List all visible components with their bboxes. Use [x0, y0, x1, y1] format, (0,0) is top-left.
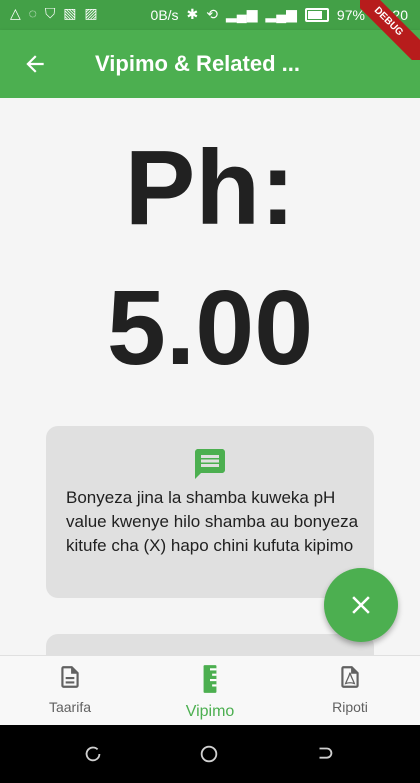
document-icon	[61, 666, 79, 688]
network-speed: 0B/s	[150, 6, 179, 23]
tab-taarifa-label: Taarifa	[48, 699, 92, 715]
app-bar: Vipimo & Related ...	[0, 30, 420, 98]
debug-banner: DEBUG	[360, 0, 420, 60]
message-icon	[195, 449, 225, 479]
page-title: Vipimo & Related ...	[95, 51, 300, 76]
close-icon	[352, 596, 370, 614]
shield-icon: ⛉	[44, 5, 58, 21]
tab-taarifa[interactable]: Taarifa	[10, 664, 130, 715]
back-nav-icon[interactable]	[314, 743, 336, 765]
home-icon[interactable]	[198, 743, 220, 765]
tab-vipimo[interactable]: Vipimo	[150, 664, 270, 721]
system-navigation-bar	[0, 725, 420, 783]
info-card: Bonyeza jina la shamba kuweka pH value k…	[46, 426, 374, 598]
activity-icon: ▨	[84, 5, 100, 21]
tab-ripoti[interactable]: Ripoti	[290, 664, 410, 715]
info-text: Bonyeza jina la shamba kuweka pH value k…	[66, 488, 359, 555]
bottom-navigation: Taarifa Vipimo Ripoti	[0, 655, 420, 726]
image-icon: ▧	[63, 5, 79, 21]
notification-icons: △ ◌ ⛉ ▧ ▨	[10, 5, 100, 22]
back-arrow-icon	[26, 55, 44, 73]
delete-fab-button[interactable]	[324, 568, 398, 642]
recents-icon[interactable]	[82, 743, 104, 765]
warning-icon: △	[10, 5, 23, 21]
tab-ripoti-label: Ripoti	[332, 699, 368, 715]
ph-label: Ph:	[124, 129, 296, 247]
ruler-icon	[203, 665, 217, 693]
signal-icon: ▂▄▆	[226, 6, 258, 22]
whatsapp-icon: ◌	[28, 5, 39, 21]
battery-icon	[304, 7, 329, 22]
tab-vipimo-label: Vipimo	[185, 703, 235, 720]
signal-icon-2: ▂▄▆	[265, 6, 297, 22]
back-button[interactable]	[0, 30, 70, 98]
pdf-icon	[341, 666, 359, 688]
debug-banner-wrap: DEBUG	[360, 0, 420, 60]
status-bar: △ ◌ ⛉ ▧ ▨ 0B/s ✱ ⟲ ▂▄▆ ▂▄▆ 97% 21:20	[0, 0, 420, 30]
rotation-icon: ⟲	[206, 6, 219, 22]
list-item[interactable]	[46, 634, 374, 655]
bluetooth-icon: ✱	[186, 6, 199, 22]
ph-value: 5.00	[106, 269, 314, 387]
